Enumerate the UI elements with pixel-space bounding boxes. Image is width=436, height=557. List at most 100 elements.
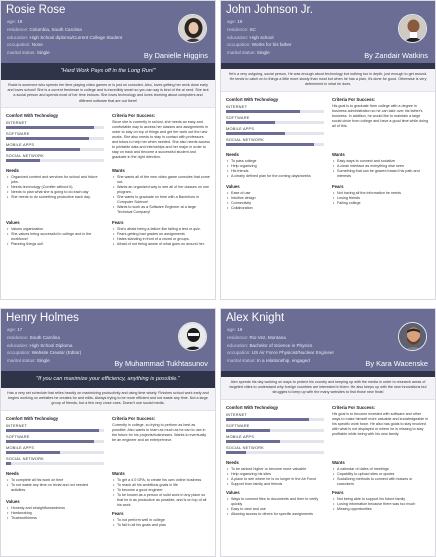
- section-heading: Needs: [6, 167, 19, 173]
- values-section: Values Ease of use Intuitive design Conn…: [226, 182, 328, 211]
- tech-bar: [226, 417, 324, 421]
- wants-section: Wants Easy ways to connect and socialize…: [328, 150, 430, 179]
- tech-label: INTERNET: [226, 411, 248, 417]
- tech-bar-fill: [226, 450, 246, 454]
- tech-label: SOFTWARE: [6, 130, 30, 136]
- tech-label: MOBILE APPS: [6, 141, 35, 147]
- section-heading: Comfort With Technology: [6, 415, 59, 421]
- section-heading: Needs: [226, 151, 239, 157]
- persona-author: By Danielle Higgins: [143, 51, 208, 60]
- persona-bio: Has a very set schedule that relies heav…: [1, 388, 215, 411]
- tech-label: SOFTWARE: [226, 422, 250, 428]
- avatar: [398, 322, 427, 351]
- persona-quote: "If you can maximize your efficiency, an…: [1, 371, 215, 388]
- tech-label: MOBILE APPS: [226, 433, 255, 439]
- persona-row-mid: Needs To be ranked higher or become more…: [221, 455, 435, 517]
- list-item: Afraid of not being aware of what goes o…: [112, 242, 210, 247]
- list-item: She values being successful in college a…: [6, 232, 104, 242]
- tech-label: MOBILE APPS: [6, 444, 35, 450]
- persona-row-bottom: Values Values organization She values be…: [1, 215, 215, 247]
- list-item: Collaboration: [226, 206, 324, 211]
- list-item: Failing college: [332, 201, 430, 206]
- tech-bar-fill: [6, 461, 11, 465]
- fears-section: Fears She's afraid being a failure like …: [108, 218, 210, 247]
- tech-bar: [6, 450, 104, 454]
- section-heading: Values: [6, 219, 20, 225]
- fears-section: Fears Not having all the information he …: [328, 182, 430, 211]
- persona-row-top: Comfort With Technology INTERNET SOFTWAR…: [221, 92, 435, 147]
- tech-bar-fill: [6, 125, 95, 129]
- avatar-portrait-icon: [399, 323, 426, 350]
- tech-comfort: Comfort With Technology INTERNET SOFTWAR…: [6, 414, 108, 466]
- section-heading: Wants: [332, 151, 345, 157]
- tech-label: SOFTWARE: [6, 433, 30, 439]
- tech-bar: [6, 147, 104, 151]
- persona-card-alex: Alex Knight age: 19 residence: Rio Vez, …: [220, 308, 436, 557]
- tech-comfort: Comfort With Technology INTERNET SOFTWAR…: [226, 95, 328, 147]
- tech-bar-fill: [226, 120, 275, 124]
- section-heading: Wants: [332, 459, 345, 465]
- tech-bar-fill: [6, 136, 90, 140]
- avatar: [178, 322, 207, 351]
- section-heading: Needs: [6, 470, 19, 476]
- persona-name: Alex Knight: [226, 312, 285, 324]
- criteria-text: His goal is to graduate from college wit…: [332, 103, 429, 128]
- persona-info: age: 17 residence: South Carolina educat…: [7, 327, 82, 364]
- tech-bar: [6, 136, 104, 140]
- criteria-text: Currently in college, so trying to perfo…: [112, 422, 207, 442]
- persona-name: John Johnson Jr.: [226, 4, 313, 16]
- tech-bar-fill: [226, 439, 280, 443]
- persona-header: Henry Holmes age: 17 residence: South Ca…: [1, 309, 215, 371]
- list-item: She needs to do something productive eac…: [6, 195, 104, 200]
- section-heading: Criteria For Success:: [112, 415, 156, 421]
- section-heading: Criteria For Success:: [332, 404, 376, 410]
- section-heading: Comfort With Technology: [226, 404, 279, 410]
- tech-bar: [226, 109, 324, 113]
- tech-bar: [226, 450, 324, 454]
- list-item: She wants all of the new video game cons…: [112, 175, 210, 185]
- persona-name: Henry Holmes: [6, 312, 79, 324]
- list-item: Allowing access to others for specific a…: [226, 512, 324, 517]
- persona-row-mid: Needs To complete all his work on time T…: [1, 466, 215, 528]
- list-item: To not waste any time on trivial and not…: [6, 483, 104, 493]
- needs-section: Needs To complete all his work on time T…: [6, 469, 108, 528]
- list-item: Planning things out!: [6, 242, 104, 247]
- persona-header: Rosie Rose age: 19 residence: Columbia, …: [1, 1, 215, 63]
- persona-author: By Muhammad Tukhtasunov: [114, 359, 208, 368]
- section-heading: Criteria For Success:: [332, 96, 376, 102]
- persona-card-henry: Henry Holmes age: 17 residence: South Ca…: [0, 308, 216, 557]
- tech-bar-fill: [6, 439, 95, 443]
- persona-row-bottom: Values Ease of use Intuitive design Conn…: [221, 179, 435, 211]
- criteria-text: Since she is currently in school, she ne…: [112, 119, 210, 159]
- tech-bar: [6, 125, 104, 129]
- tech-bar-fill: [6, 158, 41, 162]
- persona-author: By Kara Wacenske: [365, 359, 428, 368]
- section-heading: Comfort With Technology: [6, 112, 59, 118]
- list-item: To fail in all his goals and plan: [112, 523, 210, 528]
- tech-bar-fill: [226, 131, 285, 135]
- tech-bar-fill: [6, 428, 100, 432]
- tech-bar: [6, 428, 104, 432]
- wants-section: Wants A calendar of dates of meetings Ca…: [328, 458, 430, 517]
- tech-label: SOCIAL NETWORK: [6, 152, 44, 158]
- criteria-text: His goal is to become invested with soft…: [332, 411, 429, 436]
- values-section: Values Values organization She values be…: [6, 218, 108, 247]
- tech-bar-fill: [226, 142, 315, 146]
- tech-bar-fill: [226, 428, 271, 432]
- needs-section: Needs To pass college Help organizing Hi…: [226, 150, 328, 179]
- tech-bar: [226, 439, 324, 443]
- tech-bar: [6, 461, 104, 465]
- success-criteria: Criteria For Success: His goal is to gra…: [328, 95, 430, 147]
- persona-row-top: Comfort With Technology INTERNET SOFTWAR…: [221, 400, 435, 455]
- list-item: Wants to work as a Software Engineer at …: [112, 205, 210, 215]
- section-heading: Fears: [332, 489, 344, 495]
- list-item: She wants to graduate on time with a Bac…: [112, 195, 210, 205]
- persona-bio: Rosie is someone who spends her time pla…: [1, 80, 215, 108]
- section-heading: Values: [226, 489, 240, 495]
- persona-info: age: 19 residence: Rio Vez, Montana educ…: [227, 327, 334, 364]
- list-item: Something that can be geared toward his …: [332, 169, 430, 179]
- tech-bar: [6, 158, 104, 162]
- persona-card-rosie: Rosie Rose age: 19 residence: Columbia, …: [0, 0, 216, 300]
- tech-label: INTERNET: [6, 119, 28, 125]
- avatar: [398, 14, 427, 43]
